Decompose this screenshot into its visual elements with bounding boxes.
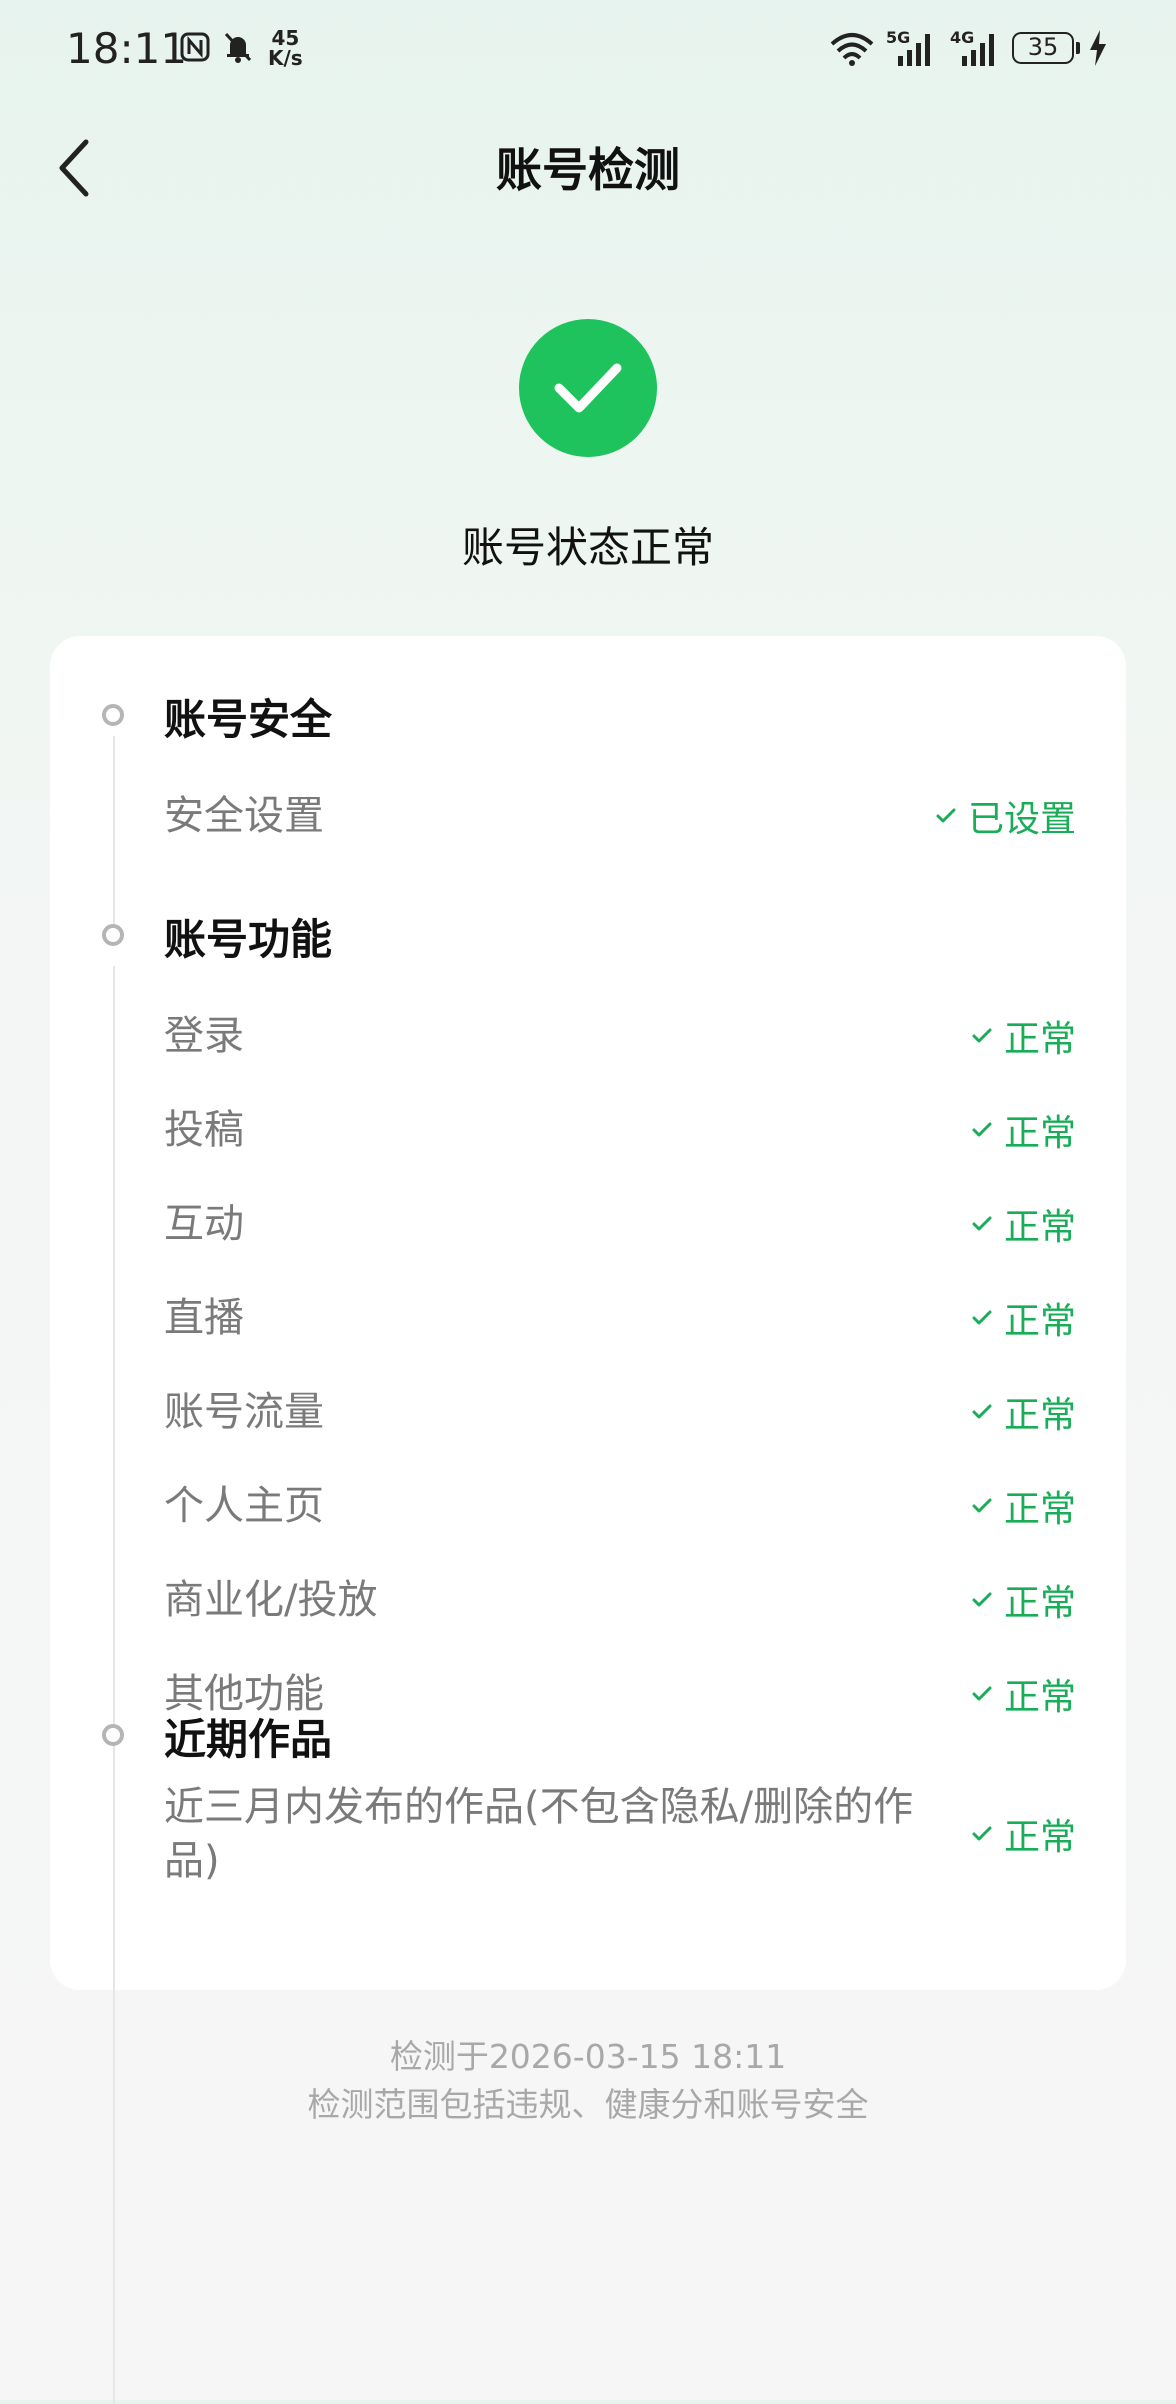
bell-mute-icon (224, 32, 252, 63)
check-item-label: 商业化/投放 (164, 1577, 378, 1623)
check-small-icon (936, 808, 956, 823)
section-dot (102, 704, 124, 726)
check-item-status: 已设置 (936, 786, 1076, 846)
check-item: 个人主页 正常 (164, 1476, 1076, 1536)
check-item-status-text: 正常 (1003, 1817, 1076, 1858)
speed-value: 45 (271, 26, 300, 50)
check-item-label: 安全设置 (164, 793, 324, 839)
check-small-icon (972, 1122, 992, 1137)
check-timestamp: 检测于2026-03-15 18:11 (389, 2037, 787, 2076)
check-item: 安全设置 已设置 (164, 786, 1076, 846)
signal-icon-2 (962, 34, 994, 66)
check-item-label: 互动 (164, 1201, 244, 1247)
check-item-status-text: 正常 (1003, 1019, 1076, 1060)
check-item-status: 正常 (972, 1476, 1076, 1536)
account-status-text: 账号状态正常 (461, 523, 714, 572)
check-item-status-text: 正常 (1003, 1395, 1076, 1436)
check-small-icon (972, 1498, 992, 1513)
check-small-icon (972, 1592, 992, 1607)
battery-icon: 35 (1012, 32, 1074, 64)
check-small-icon (972, 1310, 992, 1325)
status-bar: 18:11 45 K/s 5G 4G 35 (0, 0, 1176, 100)
check-small-icon (972, 1826, 992, 1841)
timeline-line (113, 966, 115, 2404)
check-item-status: 正常 (972, 1288, 1076, 1348)
section-title: 账号安全 (164, 695, 333, 744)
check-item: 投稿 正常 (164, 1100, 1076, 1160)
timeline-line (113, 736, 115, 926)
check-item-status: 正常 (972, 1570, 1076, 1630)
check-item-label: 账号流量 (164, 1389, 324, 1435)
success-check-icon (519, 319, 657, 457)
check-item-status-text: 正常 (1003, 1583, 1076, 1624)
check-item-status-text: 正常 (1003, 1207, 1076, 1248)
signal-icon (898, 34, 930, 66)
check-item-label: 登录 (164, 1013, 244, 1059)
check-item-label: 个人主页 (164, 1483, 324, 1529)
check-item-status-text: 正常 (1003, 1677, 1076, 1718)
network-speed: 45 K/s (268, 28, 303, 68)
check-item: 登录 正常 (164, 1006, 1076, 1066)
check-item-status-text: 已设置 (967, 799, 1076, 840)
check-item-status: 正常 (972, 1664, 1076, 1724)
section-dot (102, 924, 124, 946)
wifi-icon (830, 33, 874, 66)
status-time: 18:11 (66, 24, 188, 73)
check-small-icon (972, 1028, 992, 1043)
check-item-status: 正常 (972, 1100, 1076, 1160)
check-small-icon (972, 1404, 992, 1419)
check-small-icon (972, 1686, 992, 1701)
check-scope-note: 检测范围包括违规、健康分和账号安全 (307, 2085, 869, 2124)
check-item: 近三月内发布的作品(不包含隐私/删除的作品) 正常 (164, 1780, 1076, 1888)
check-item: 直播 正常 (164, 1288, 1076, 1348)
check-item-label: 直播 (164, 1295, 244, 1341)
charging-icon (1090, 30, 1106, 66)
speed-unit: K/s (268, 46, 303, 70)
check-item-status: 正常 (972, 1194, 1076, 1254)
section-title: 账号功能 (164, 915, 333, 964)
check-item-status-text: 正常 (1003, 1489, 1076, 1530)
section-dot (102, 1724, 124, 1746)
check-small-icon (972, 1216, 992, 1231)
battery-tip (1076, 42, 1080, 54)
check-item-status: 正常 (972, 1804, 1076, 1864)
check-item-label: 投稿 (164, 1107, 244, 1153)
check-item-status-text: 正常 (1003, 1113, 1076, 1154)
check-item-status: 正常 (972, 1382, 1076, 1442)
nfc-icon (180, 32, 210, 62)
check-item: 商业化/投放 正常 (164, 1570, 1076, 1630)
check-item: 互动 正常 (164, 1194, 1076, 1254)
check-item-status: 正常 (972, 1006, 1076, 1066)
section-title: 近期作品 (164, 1715, 333, 1764)
check-item: 账号流量 正常 (164, 1382, 1076, 1442)
check-item-label: 近三月内发布的作品(不包含隐私/删除的作品) (164, 1784, 914, 1884)
check-item-status-text: 正常 (1003, 1301, 1076, 1342)
page-title: 账号检测 (496, 143, 680, 197)
check-result-card: 账号安全 安全设置 已设置 账号功能 登录 正常 投稿 正常 互动 正常 直播 … (50, 636, 1126, 2404)
